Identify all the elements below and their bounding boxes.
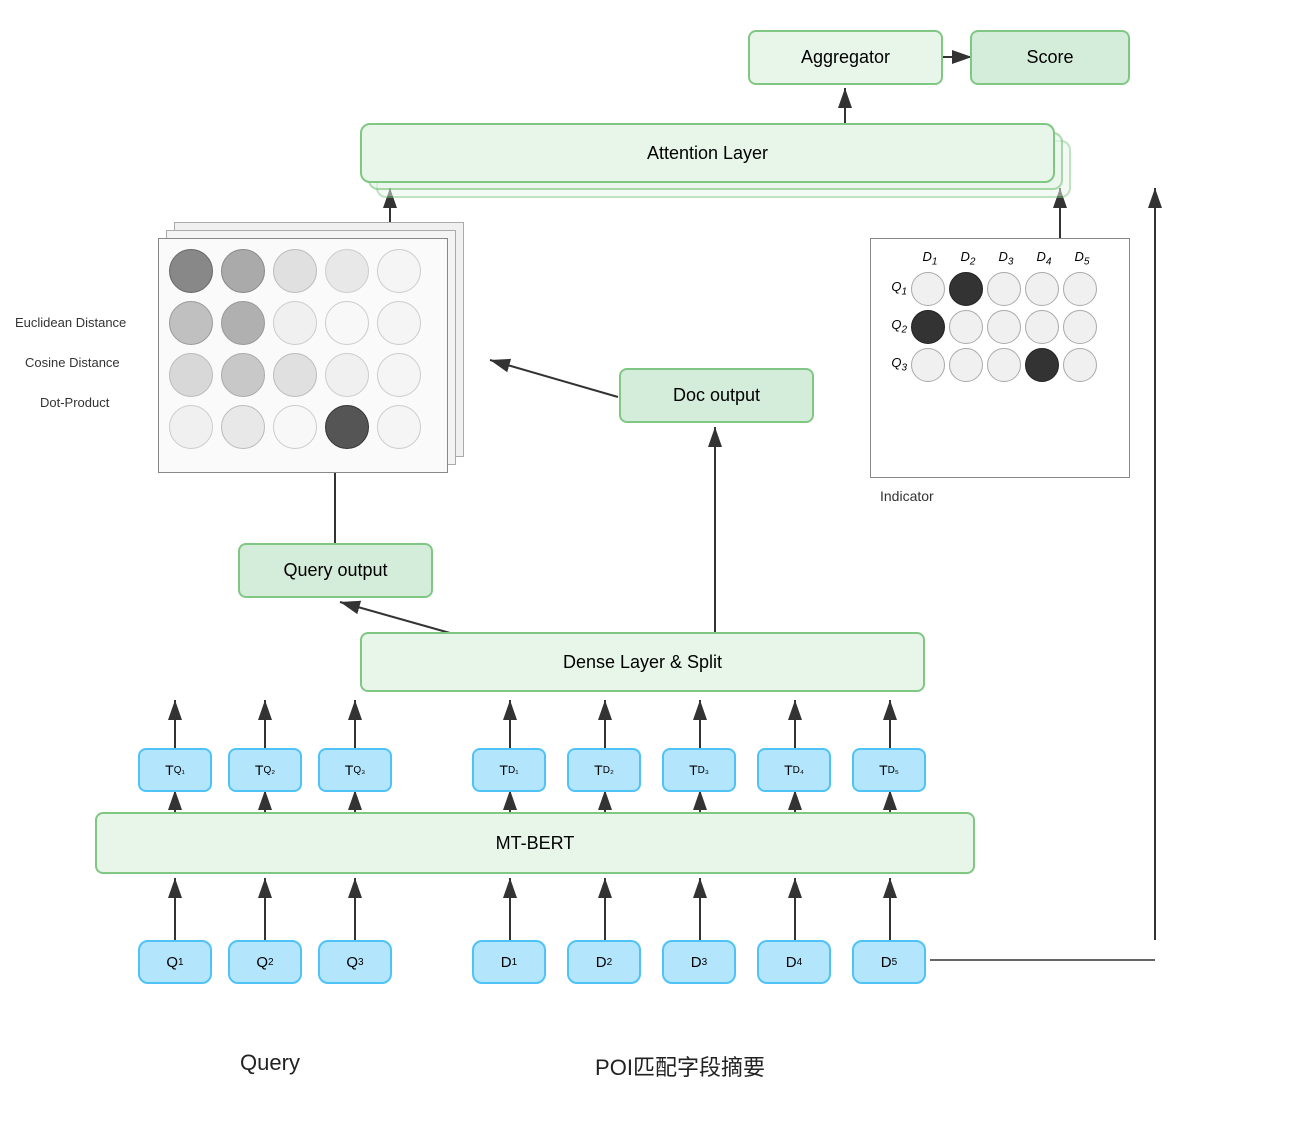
dense-split-label: Dense Layer & Split (563, 652, 722, 673)
input-d5: D5 (852, 940, 926, 984)
input-q3: Q3 (318, 940, 392, 984)
token-td5: TD₅ (852, 748, 926, 792)
input-q2: Q2 (228, 940, 302, 984)
score-label: Score (1026, 47, 1073, 68)
token-tq1: TQ₁ (138, 748, 212, 792)
query-output-box: Query output (238, 543, 433, 598)
aggregator-label: Aggregator (801, 47, 890, 68)
token-tq3: TQ₃ (318, 748, 392, 792)
euclidean-label: Euclidean Distance (15, 315, 126, 330)
poi-caption: POI匹配字段摘要 (490, 1050, 870, 1082)
dot-product-label: Dot-Product (40, 395, 109, 410)
query-output-label: Query output (283, 560, 387, 581)
indicator-label: Indicator (880, 488, 934, 504)
token-td3: TD₃ (662, 748, 736, 792)
mt-bert-box: MT-BERT (95, 812, 975, 874)
input-d4: D4 (757, 940, 831, 984)
token-td2: TD₂ (567, 748, 641, 792)
score-box: Score (970, 30, 1130, 85)
input-d3: D3 (662, 940, 736, 984)
doc-output-box: Doc output (619, 368, 814, 423)
mt-bert-label: MT-BERT (496, 833, 575, 854)
aggregator-box: Aggregator (748, 30, 943, 85)
attention-layer-label: Attention Layer (647, 143, 768, 164)
input-d2: D2 (567, 940, 641, 984)
architecture-diagram: Score Aggregator Attention Layer Doc out… (0, 0, 1291, 1129)
input-q1: Q1 (138, 940, 212, 984)
attention-layer-box: Attention Layer (360, 123, 1055, 183)
doc-output-label: Doc output (673, 385, 760, 406)
token-td1: TD₁ (472, 748, 546, 792)
input-d1: D1 (472, 940, 546, 984)
token-td4: TD₄ (757, 748, 831, 792)
query-caption: Query (170, 1050, 370, 1076)
token-tq2: TQ₂ (228, 748, 302, 792)
dense-split-box: Dense Layer & Split (360, 632, 925, 692)
similarity-matrix (158, 238, 448, 473)
cosine-label: Cosine Distance (25, 355, 120, 370)
indicator-grid: D1 D2 D3 D4 D5 Q1 Q2 Q3 (870, 238, 1130, 478)
